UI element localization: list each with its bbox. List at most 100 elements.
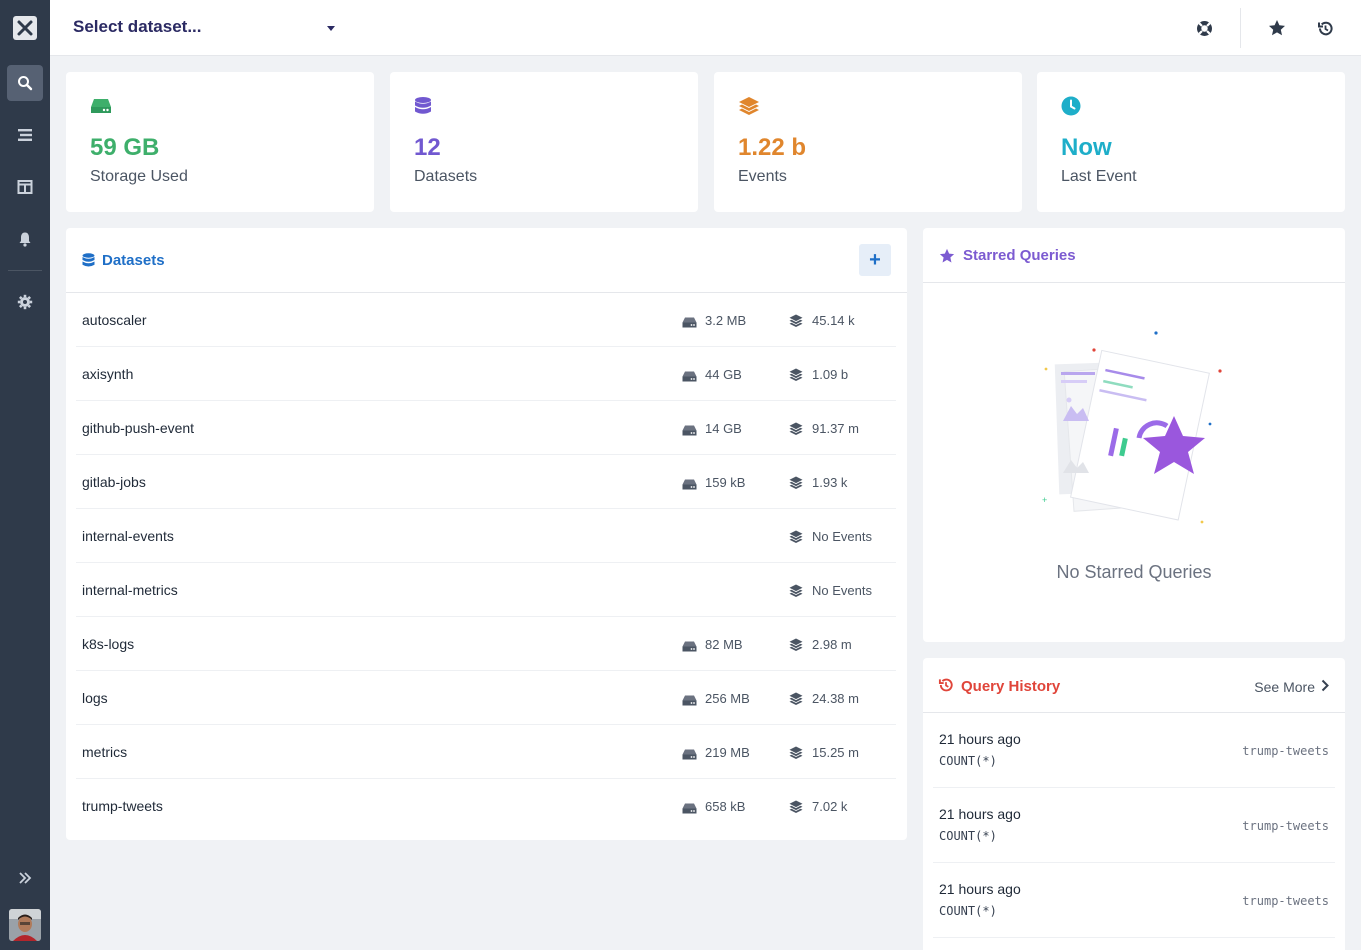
app-logo-icon[interactable]	[13, 16, 37, 40]
caret-down-icon[interactable]	[327, 26, 335, 31]
top-bar: Select dataset...	[50, 0, 1361, 56]
hard-drive-icon	[682, 315, 697, 333]
history-query: COUNT(*)	[939, 904, 997, 918]
history-row[interactable]: 21 hours ago COUNT(*) trump-tweets	[933, 713, 1335, 788]
history-row[interactable]: 21 hours ago COUNT(*) trump-tweets	[933, 863, 1335, 938]
search-icon	[18, 76, 33, 91]
history-panel-title: Query History	[961, 678, 1061, 695]
history-icon	[938, 678, 953, 692]
dataset-row[interactable]: internal-events No Events	[76, 509, 896, 563]
dataset-name[interactable]: gitlab-jobs	[82, 474, 146, 490]
hard-drive-icon	[91, 99, 111, 113]
sidebar-item-search[interactable]	[7, 65, 43, 101]
hard-drive-icon	[682, 801, 697, 819]
stat-card-events: 1.22 b Events	[714, 72, 1022, 212]
dataset-row[interactable]: autoscaler 3.2 MB 45.14 k	[76, 293, 896, 347]
dataset-name[interactable]: k8s-logs	[82, 636, 134, 652]
layers-icon	[739, 97, 759, 115]
dataset-event-count: 15.25 m	[812, 745, 859, 760]
dataset-row[interactable]: internal-metrics No Events	[76, 563, 896, 617]
clock-icon	[1061, 96, 1081, 116]
empty-state-text: No Starred Queries	[1056, 562, 1212, 582]
star-icon	[939, 248, 955, 263]
starred-button[interactable]	[1267, 18, 1287, 38]
layers-icon	[789, 368, 803, 387]
expand-sidebar-button[interactable]	[7, 860, 43, 896]
chevron-right-icon[interactable]	[1321, 679, 1329, 692]
dataset-name[interactable]: metrics	[82, 744, 127, 760]
hard-drive-icon	[682, 477, 697, 495]
dataset-size: 3.2 MB	[705, 313, 747, 328]
sidebar-item-monitors[interactable]	[7, 221, 43, 257]
layers-icon	[789, 422, 803, 441]
history-time: 21 hours ago	[939, 731, 1021, 747]
stat-value: 1.22 b	[738, 134, 807, 161]
stat-value: Now	[1061, 134, 1112, 161]
add-dataset-button[interactable]: +	[859, 244, 891, 276]
dataset-size: 44 GB	[705, 367, 742, 382]
avatar[interactable]	[9, 909, 41, 941]
dataset-size: 82 MB	[705, 637, 743, 652]
double-chevron-right-icon	[19, 872, 32, 884]
history-time: 21 hours ago	[939, 806, 1021, 822]
history-row[interactable]: 21 hours ago COUNT(*) trump-tweets	[933, 788, 1335, 863]
starred-queries-panel: Starred Queries + No Starred Queries	[923, 228, 1345, 642]
layers-icon	[789, 314, 803, 333]
dataset-row[interactable]: metrics 219 MB 15.25 m	[76, 725, 896, 779]
dataset-name[interactable]: axisynth	[82, 366, 133, 382]
dataset-row[interactable]: axisynth 44 GB 1.09 b	[76, 347, 896, 401]
hard-drive-icon	[682, 423, 697, 441]
layers-icon	[789, 584, 803, 603]
history-time: 21 hours ago	[939, 881, 1021, 897]
help-button[interactable]	[1194, 18, 1214, 38]
sidebar-item-settings[interactable]	[7, 284, 43, 320]
history-button[interactable]	[1315, 18, 1335, 38]
gear-icon	[17, 294, 33, 310]
dataset-event-count: No Events	[812, 583, 872, 598]
hard-drive-icon	[682, 369, 697, 387]
bell-icon	[19, 232, 31, 247]
dataset-row[interactable]: k8s-logs 82 MB 2.98 m	[76, 617, 896, 671]
sidebar-item-dashboards[interactable]	[7, 169, 43, 205]
see-more-link[interactable]: See More	[1254, 679, 1315, 695]
dataset-size: 159 kB	[705, 475, 746, 490]
layers-icon	[789, 476, 803, 495]
layers-icon	[789, 800, 803, 819]
dashboard-icon	[17, 180, 33, 194]
dataset-event-count: No Events	[812, 529, 872, 544]
dataset-name[interactable]: logs	[82, 690, 108, 706]
stream-icon	[18, 129, 32, 141]
sidebar-item-stream[interactable]	[7, 117, 43, 153]
dataset-size: 658 kB	[705, 799, 746, 814]
dataset-row[interactable]: github-push-event 14 GB 91.37 m	[76, 401, 896, 455]
dataset-name[interactable]: autoscaler	[82, 312, 147, 328]
stat-card-datasets: 12 Datasets	[390, 72, 698, 212]
stat-label: Datasets	[414, 168, 478, 185]
topbar-divider	[1240, 8, 1241, 48]
datasets-panel-title: Datasets	[102, 252, 165, 269]
history-query: COUNT(*)	[939, 754, 997, 768]
dataset-row[interactable]: logs 256 MB 24.38 m	[76, 671, 896, 725]
dataset-row[interactable]: trump-tweets 658 kB 7.02 k	[76, 779, 896, 833]
dataset-event-count: 7.02 k	[812, 799, 848, 814]
dataset-size: 14 GB	[705, 421, 742, 436]
hard-drive-icon	[682, 693, 697, 711]
dataset-select[interactable]: Select dataset...	[73, 17, 202, 37]
query-history-panel: Query History See More 21 hours ago COUNT…	[923, 658, 1345, 950]
dataset-size: 256 MB	[705, 691, 750, 706]
dataset-name[interactable]: internal-events	[82, 528, 174, 544]
dataset-event-count: 24.38 m	[812, 691, 859, 706]
layers-icon	[789, 692, 803, 711]
dataset-name[interactable]: internal-metrics	[82, 582, 178, 598]
dataset-name[interactable]: github-push-event	[82, 420, 194, 436]
dataset-name[interactable]: trump-tweets	[82, 798, 163, 814]
layers-icon	[789, 530, 803, 549]
dataset-row[interactable]: gitlab-jobs 159 kB 1.93 k	[76, 455, 896, 509]
database-icon	[415, 97, 431, 114]
life-ring-icon	[1196, 20, 1212, 36]
sidebar-divider	[8, 270, 42, 271]
stat-value: 12	[414, 134, 441, 161]
history-dataset: trump-tweets	[1242, 894, 1329, 908]
dataset-size: 219 MB	[705, 745, 750, 760]
history-panel-header: Query History See More	[923, 658, 1345, 713]
